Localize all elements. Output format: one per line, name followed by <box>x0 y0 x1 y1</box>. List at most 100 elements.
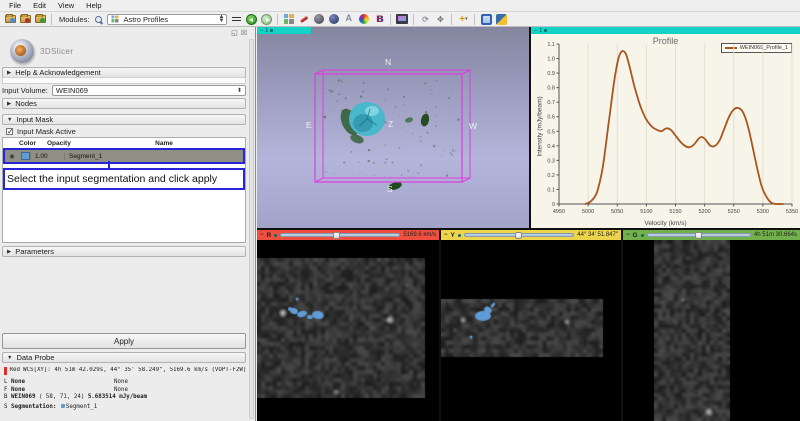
layout-icon[interactable] <box>283 14 295 25</box>
pin-icon[interactable] <box>544 29 547 32</box>
svg-text:0.5: 0.5 <box>547 129 555 135</box>
extensions-icon[interactable] <box>480 14 492 25</box>
annotate-icon[interactable] <box>298 14 310 25</box>
load-data-icon[interactable] <box>4 14 16 25</box>
view-layout: − 1 N E W S Z − 1 Profile WEIN069_Profil… <box>257 27 800 421</box>
module-history-icon[interactable] <box>230 14 242 25</box>
mouse-translate-icon[interactable]: ✥ <box>434 14 446 25</box>
view-3d[interactable]: − 1 N E W S Z <box>257 27 529 228</box>
module-search-icon[interactable] <box>92 14 104 25</box>
input-mask-section-label: Input Mask <box>16 115 53 124</box>
editor-icon[interactable]: B <box>373 14 385 25</box>
parameters-section-header[interactable]: ▶ Parameters <box>2 246 246 257</box>
models-icon[interactable] <box>313 14 325 25</box>
slider-handle[interactable] <box>695 232 702 239</box>
red-slice-slider[interactable] <box>280 233 400 237</box>
nodes-section-header[interactable]: ▶ Nodes <box>2 98 246 109</box>
view-chart[interactable]: − 1 Profile WEIN069_Profile_1 4950 5000 50… <box>531 27 800 228</box>
input-mask-active-row: Input Mask Active <box>6 127 76 136</box>
panel-scrollbar[interactable] <box>249 39 254 419</box>
close-panel-icon[interactable]: ☒ <box>241 29 247 37</box>
red-slice-image[interactable] <box>257 240 439 421</box>
pin-icon[interactable] <box>274 234 277 237</box>
svg-text:5150: 5150 <box>669 209 681 215</box>
collapse-icon[interactable]: − <box>534 28 537 34</box>
green-slice-image[interactable] <box>623 240 800 421</box>
module-panel: ◱ ☒ 3DSlicer ▶ Help & Acknowledgement In… <box>0 27 256 421</box>
screenshot-icon[interactable] <box>396 14 408 25</box>
menu-help[interactable]: Help <box>81 0 106 11</box>
module-selector[interactable]: Astro Profiles ▲ ▼ <box>107 14 227 25</box>
slider-handle[interactable] <box>333 232 340 239</box>
data-probe-section-header[interactable]: ▼ Data Probe <box>2 352 246 363</box>
place-fiducial-icon[interactable]: + ▾ <box>457 14 469 25</box>
input-volume-selector[interactable]: WEIN069 ⬍ <box>52 85 246 96</box>
save-data-icon[interactable] <box>19 14 31 25</box>
yellow-slice-image[interactable] <box>441 240 621 421</box>
volumes-icon[interactable] <box>328 14 340 25</box>
mouse-rotate-icon[interactable]: ⟳ <box>419 14 431 25</box>
segment-opacity: 1.00 <box>30 153 64 160</box>
svg-text:5050: 5050 <box>611 209 623 215</box>
svg-text:0.9: 0.9 <box>547 71 555 77</box>
green-slice-bar[interactable]: − G 4h 51m 30.664s <box>623 230 800 240</box>
probe-red-text: WCS[XY]: 4h 51m 42.029s, 44° 35' 58.249"… <box>23 367 246 375</box>
panel-buttons: ◱ ☒ <box>231 29 247 37</box>
forward-icon[interactable] <box>260 14 272 25</box>
yellow-slice-bar[interactable]: − Y 44° 34' 51.847" <box>441 230 621 240</box>
chart-controller-bar[interactable]: − 1 <box>531 27 800 34</box>
probe-red-label: Red <box>10 367 20 375</box>
nodes-section-label: Nodes <box>15 99 37 108</box>
add-data-icon[interactable] <box>34 14 46 25</box>
slice-view-yellow[interactable]: − Y 44° 34' 51.847" <box>441 230 621 421</box>
collapse-icon[interactable]: − <box>260 232 264 238</box>
input-volume-row: Input Volume: WEIN069 ⬍ <box>2 85 246 96</box>
svg-text:0.7: 0.7 <box>547 100 555 106</box>
segmentation-table-header: Color Opacity Name <box>3 138 245 149</box>
red-slice-bar[interactable]: − R 5169.6 km/s <box>257 230 439 240</box>
view-3d-controller-bar[interactable]: − 1 <box>257 27 311 34</box>
menu-view[interactable]: View <box>53 0 79 11</box>
orientation-label-e: E <box>306 120 312 130</box>
undock-panel-icon[interactable]: ◱ <box>231 29 238 37</box>
pin-icon[interactable] <box>641 234 644 237</box>
menu-file[interactable]: File <box>4 0 26 11</box>
colors-icon[interactable] <box>358 14 370 25</box>
slider-handle[interactable] <box>515 232 522 239</box>
pin-icon[interactable] <box>270 29 273 32</box>
toolbar-separator <box>474 14 475 25</box>
input-volume-spin-icon[interactable]: ⬍ <box>237 87 242 94</box>
apply-button[interactable]: Apply <box>2 333 246 349</box>
green-slice-offset: 4h 51m 30.664s <box>754 232 797 238</box>
green-slice-slider[interactable] <box>647 233 751 237</box>
pin-icon[interactable] <box>458 234 461 237</box>
collapse-icon[interactable]: − <box>626 232 630 238</box>
eye-icon[interactable]: ◉ <box>5 153 19 160</box>
probe-b-row: B WEIN069 ( 58, 71, 24) 5.683514 mJy/bea… <box>4 394 254 402</box>
svg-text:0.3: 0.3 <box>547 158 555 164</box>
orientation-label-z: Z <box>388 119 393 129</box>
table-row[interactable]: ◉ 1.00 Segment_1 <box>5 150 243 162</box>
module-selector-spin[interactable]: ▲ ▼ <box>218 15 224 23</box>
expanded-arrow-icon: ▼ <box>7 355 12 361</box>
toolbar-separator <box>277 14 278 25</box>
yellow-slice-slider[interactable] <box>464 233 574 237</box>
measure-icon[interactable] <box>343 14 355 25</box>
back-icon[interactable] <box>245 14 257 25</box>
collapse-icon[interactable]: − <box>444 232 448 238</box>
yellow-slice-letter: Y <box>451 232 455 239</box>
collapsed-arrow-icon: ▶ <box>7 249 11 255</box>
input-mask-active-checkbox[interactable] <box>6 128 13 135</box>
slice-view-red[interactable]: − R 5169.6 km/s <box>257 230 439 421</box>
menu-edit[interactable]: Edit <box>28 0 51 11</box>
chart-xlabel: Velocity (km/s) <box>531 220 800 227</box>
slice-view-green[interactable]: − G 4h 51m 30.664s <box>623 230 800 421</box>
annotation-text: Select the input segmentation and click … <box>7 173 217 185</box>
svg-text:5300: 5300 <box>757 209 769 215</box>
svg-text:0.8: 0.8 <box>547 86 555 92</box>
collapse-icon[interactable]: − <box>260 28 263 34</box>
python-console-icon[interactable] <box>495 14 507 25</box>
orientation-label-s: S <box>387 184 393 194</box>
segment-color-swatch[interactable] <box>21 152 30 160</box>
input-mask-section-header[interactable]: ▼ Input Mask <box>2 114 246 125</box>
